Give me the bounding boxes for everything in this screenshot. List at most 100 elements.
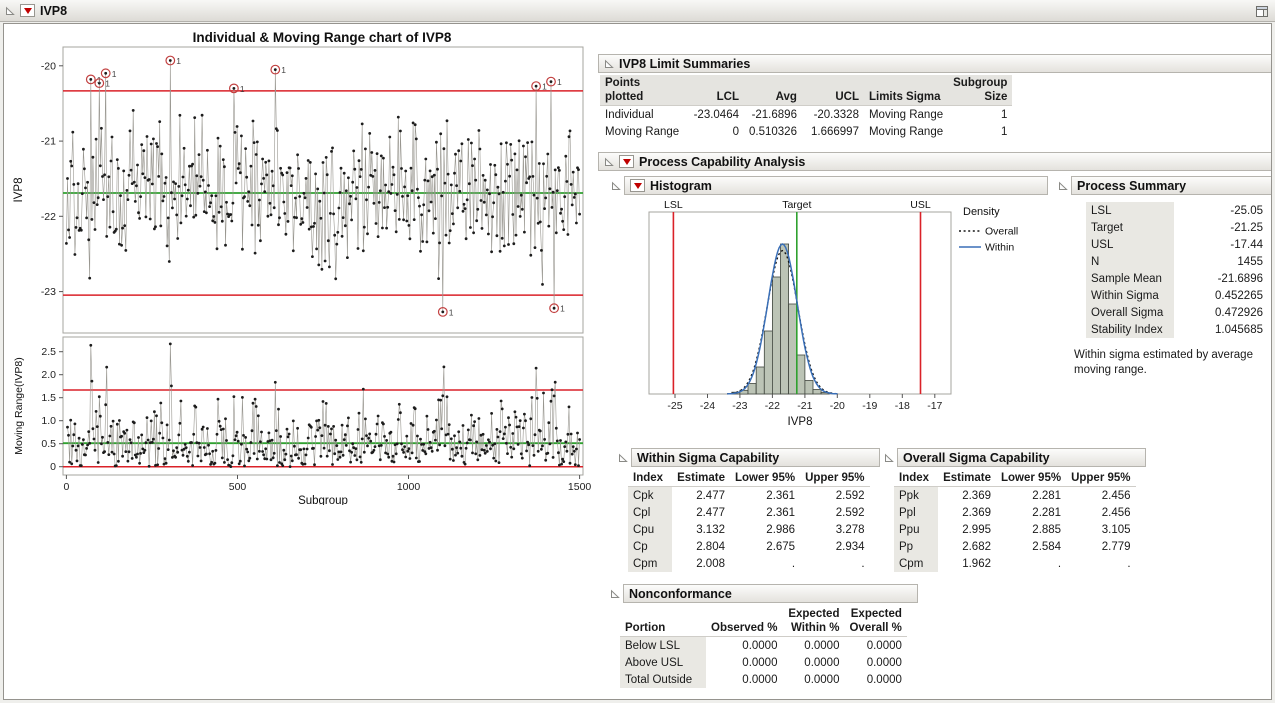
column-header: Lower 95% bbox=[996, 470, 1066, 487]
table-cell: 0.0000 bbox=[782, 637, 844, 655]
window-title: IVP8 bbox=[40, 4, 67, 18]
table-row: N1455 bbox=[1086, 253, 1268, 270]
svg-text:1: 1 bbox=[97, 75, 102, 85]
within-capability-header[interactable]: Within Sigma Capability bbox=[631, 448, 880, 467]
svg-text:1.5: 1.5 bbox=[41, 392, 56, 404]
table-cell: Cpk bbox=[628, 487, 672, 505]
table-cell: 0.0000 bbox=[844, 671, 906, 688]
capability-histogram[interactable]: LSLTargetUSL-25-24-23-22-21-20-19-18-17I… bbox=[621, 198, 1066, 438]
column-header: Portion bbox=[620, 606, 706, 637]
table-row: Cpu3.1322.9863.278 bbox=[628, 521, 870, 538]
disclosure-triangle-icon[interactable] bbox=[604, 157, 614, 167]
process-summary-note: Within sigma estimated by average moving… bbox=[1074, 348, 1272, 378]
table-cell: 1 bbox=[948, 106, 1012, 124]
table-row: Sample Mean-21.6896 bbox=[1086, 270, 1268, 287]
limit-summaries-header[interactable]: IVP8 Limit Summaries bbox=[598, 54, 1272, 73]
disclosure-triangle-icon[interactable] bbox=[610, 589, 620, 599]
svg-text:Within: Within bbox=[985, 242, 1014, 254]
table-cell: 0.0000 bbox=[782, 671, 844, 688]
disclosure-triangle-icon[interactable] bbox=[5, 6, 15, 16]
table-row: Cpk2.4772.3612.592 bbox=[628, 487, 870, 505]
nonconformance-header[interactable]: Nonconformance bbox=[623, 584, 918, 603]
table-row: Below LSL0.00000.00000.0000 bbox=[620, 637, 907, 655]
table-cell: 1.045685 bbox=[1174, 321, 1268, 338]
column-header: Avg bbox=[744, 75, 802, 106]
table-row: Pp2.6822.5842.779 bbox=[894, 538, 1136, 555]
overall-capability-header[interactable]: Overall Sigma Capability bbox=[897, 448, 1146, 467]
table-cell: 2.008 bbox=[672, 555, 730, 572]
column-header: UCL bbox=[802, 75, 864, 106]
table-cell: 2.361 bbox=[730, 487, 800, 505]
table-header-row: IndexEstimateLower 95%Upper 95% bbox=[628, 470, 870, 487]
table-cell: Cpm bbox=[894, 555, 938, 572]
red-triangle-menu-icon[interactable] bbox=[20, 4, 35, 17]
table-cell: Moving Range bbox=[600, 123, 686, 140]
table-cell: 3.278 bbox=[800, 521, 869, 538]
table-cell: 2.592 bbox=[800, 487, 869, 505]
limit-summaries-table: Points plottedLCLAvgUCLLimits SigmaSubgr… bbox=[600, 75, 1012, 140]
table-cell: 1.962 bbox=[938, 555, 996, 572]
table-cell: LSL bbox=[1086, 202, 1174, 219]
process-capability-header[interactable]: Process Capability Analysis bbox=[598, 152, 1272, 171]
table-row: Ppk2.3692.2812.456 bbox=[894, 487, 1136, 505]
table-row: Above USL0.00000.00000.0000 bbox=[620, 654, 907, 671]
imr-control-chart[interactable]: Individual & Moving Range chart of IVP8-… bbox=[9, 27, 597, 505]
table-cell: 2.361 bbox=[730, 504, 800, 521]
column-header: Upper 95% bbox=[1066, 470, 1135, 487]
table-cell: Cp bbox=[628, 538, 672, 555]
table-cell: Sample Mean bbox=[1086, 270, 1174, 287]
disclosure-triangle-icon[interactable] bbox=[884, 453, 894, 463]
table-row: Total Outside0.00000.00000.0000 bbox=[620, 671, 907, 688]
table-cell: Ppk bbox=[894, 487, 938, 505]
table-cell: 2.986 bbox=[730, 521, 800, 538]
table-cell: 2.675 bbox=[730, 538, 800, 555]
red-triangle-menu-icon[interactable] bbox=[630, 179, 645, 192]
disclosure-triangle-icon[interactable] bbox=[618, 453, 628, 463]
red-triangle-menu-icon[interactable] bbox=[619, 155, 634, 168]
svg-text:USL: USL bbox=[910, 199, 931, 211]
section-title: Nonconformance bbox=[629, 587, 732, 601]
table-cell: Within Sigma bbox=[1086, 287, 1174, 304]
disclosure-triangle-icon[interactable] bbox=[611, 181, 621, 191]
nonconformance-table: PortionObserved %Expected Within %Expect… bbox=[620, 606, 907, 688]
svg-text:Overall: Overall bbox=[985, 226, 1018, 238]
table-cell: Overall Sigma bbox=[1086, 304, 1174, 321]
table-cell: 2.804 bbox=[672, 538, 730, 555]
disclosure-triangle-icon[interactable] bbox=[604, 59, 614, 69]
svg-text:LSL: LSL bbox=[664, 199, 683, 211]
svg-text:1: 1 bbox=[105, 79, 110, 89]
table-cell: 0.0000 bbox=[844, 637, 906, 655]
svg-text:1: 1 bbox=[176, 56, 181, 66]
svg-text:1500: 1500 bbox=[568, 481, 592, 493]
svg-text:1: 1 bbox=[112, 69, 117, 79]
table-cell: 2.885 bbox=[996, 521, 1066, 538]
table-cell: 2.456 bbox=[1066, 487, 1135, 505]
svg-text:-19: -19 bbox=[862, 400, 877, 412]
table-cell: Below LSL bbox=[620, 637, 706, 655]
table-cell: Individual bbox=[600, 106, 686, 124]
table-cell: 1.666997 bbox=[802, 123, 864, 140]
table-cell: Total Outside bbox=[620, 671, 706, 688]
table-row: Stability Index1.045685 bbox=[1086, 321, 1268, 338]
svg-text:1: 1 bbox=[449, 307, 454, 317]
table-row: Target-21.25 bbox=[1086, 219, 1268, 236]
table-cell: 2.369 bbox=[938, 487, 996, 505]
table-cell: Moving Range bbox=[864, 123, 948, 140]
histogram-header[interactable]: Histogram bbox=[624, 176, 1048, 195]
disclosure-triangle-icon[interactable] bbox=[1058, 181, 1068, 191]
section-title: IVP8 Limit Summaries bbox=[619, 57, 750, 71]
column-header: Index bbox=[628, 470, 672, 487]
table-cell: 2.456 bbox=[1066, 504, 1135, 521]
window-panel-icon[interactable] bbox=[1254, 3, 1270, 19]
svg-text:Moving Range(IVP8): Moving Range(IVP8) bbox=[13, 357, 25, 454]
column-header: Limits Sigma bbox=[864, 75, 948, 106]
table-cell: 2.281 bbox=[996, 504, 1066, 521]
table-row: Ppl2.3692.2812.456 bbox=[894, 504, 1136, 521]
table-cell: 0.472926 bbox=[1174, 304, 1268, 321]
table-cell: 0.452265 bbox=[1174, 287, 1268, 304]
table-row: Moving Range00.5103261.666997Moving Rang… bbox=[600, 123, 1012, 140]
jmp-report-window: IVP8 Individual & Moving Range chart of … bbox=[0, 0, 1275, 703]
table-cell: Cpm bbox=[628, 555, 672, 572]
svg-text:-21: -21 bbox=[41, 136, 56, 148]
process-summary-header[interactable]: Process Summary bbox=[1071, 176, 1272, 195]
